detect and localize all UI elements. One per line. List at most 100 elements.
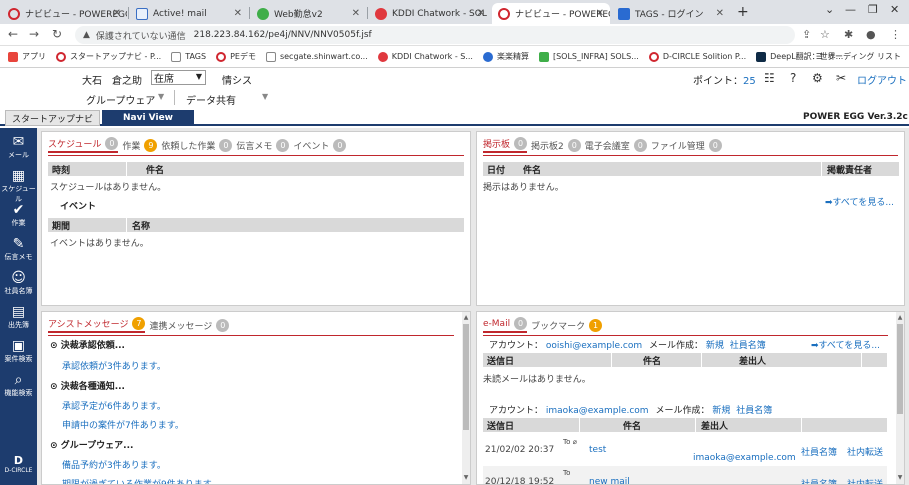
mail-subject-link[interactable]: new mail xyxy=(589,477,630,484)
tab-requested-task[interactable]: 依頼した作業 0 xyxy=(161,138,233,152)
tab-file-management[interactable]: ファイル管理 0 xyxy=(651,138,722,152)
bookmark-item[interactable]: スタートアップナビ - P... xyxy=(56,51,161,62)
directory-link[interactable]: 社員名簿 xyxy=(801,445,837,458)
browser-tab[interactable]: Active! mail ✕ xyxy=(130,3,248,24)
group-groupware[interactable]: ⊙ グループウェア... xyxy=(50,438,133,451)
mail-scrollbar[interactable]: ▲ ▼ xyxy=(896,312,904,484)
bookmark-item[interactable]: [SOLS_INFRA] SOLS... xyxy=(538,51,639,62)
scroll-up-icon[interactable]: ▲ xyxy=(462,314,470,321)
tab-board2[interactable]: 掲示板2 0 xyxy=(531,138,581,152)
chevron-down-icon[interactable]: ▼ xyxy=(262,92,268,101)
sidebar-item-task[interactable]: ✔ 作業 xyxy=(0,202,37,228)
menu-data-share[interactable]: データ共有 xyxy=(186,92,236,107)
browser-tab-active[interactable]: ナビビュー - POWEREGG ✕ xyxy=(492,3,610,24)
close-tab-icon[interactable]: ✕ xyxy=(234,8,242,19)
bookmark-item[interactable]: 楽楽精算 xyxy=(482,51,529,62)
assist-item[interactable]: 期限が過ぎている作業が9件あります。 xyxy=(62,477,220,484)
tab-memo[interactable]: 伝言メモ 0 xyxy=(236,138,290,152)
group-approval-notice[interactable]: ⊙ 決裁各種通知... xyxy=(50,379,125,392)
tab-startup-navi[interactable]: スタートアップナビ xyxy=(5,110,100,126)
gear-icon[interactable]: ⚙ xyxy=(812,71,823,85)
account-address[interactable]: ooishi@example.com xyxy=(546,341,642,351)
bookmark-apps[interactable]: アプリ xyxy=(8,51,46,62)
mail-sender-link[interactable]: imaoka@example.com xyxy=(693,453,796,463)
sidebar-item-case-search[interactable]: ▣ 案件検索 xyxy=(0,338,37,364)
group-approval-request[interactable]: ⊙ 決裁承認依頼... xyxy=(50,338,125,351)
assist-item[interactable]: 承認予定が6件あります。 xyxy=(62,399,166,412)
tab-bookmark[interactable]: ブックマーク 1 xyxy=(531,318,603,332)
sidebar-item-memo[interactable]: ✎ 伝言メモ xyxy=(0,236,37,262)
scroll-thumb[interactable] xyxy=(897,324,903,414)
tab-board[interactable]: 掲示板 0 xyxy=(483,137,528,153)
sidebar-item-schedule[interactable]: ▦ スケジュール xyxy=(0,168,37,204)
scroll-thumb[interactable] xyxy=(463,324,469,430)
assist-item[interactable]: 申請中の案件が7件あります。 xyxy=(62,418,184,431)
minimize-icon[interactable]: — xyxy=(845,3,856,16)
sidebar-item-mail[interactable]: ✉ メール xyxy=(0,134,37,160)
directory-link[interactable]: 社員名簿 xyxy=(736,406,772,416)
internal-forward-link[interactable]: 社内転送 xyxy=(847,477,883,484)
browser-tab[interactable]: Web勤怠v2 ✕ xyxy=(251,3,366,24)
sidebar-item-whereabouts[interactable]: ▤ 出先簿 xyxy=(0,304,37,330)
bookmark-item[interactable]: TAGS xyxy=(171,51,206,62)
tab-task[interactable]: 作業 9 xyxy=(122,138,158,152)
chevron-down-icon[interactable]: ⌄ xyxy=(825,3,834,16)
tab-event[interactable]: イベント 0 xyxy=(293,138,347,152)
scroll-up-icon[interactable]: ▲ xyxy=(896,314,904,321)
bookmark-item[interactable]: KDDI Chatwork - S... xyxy=(377,51,473,62)
table-row[interactable]: 20/12/18 19:52 To new mail 社員名簿 社内転送 xyxy=(483,466,887,484)
browser-tab[interactable]: KDDI Chatwork - SOL ✕ xyxy=(369,3,491,24)
bookmark-item[interactable]: D-CIRCLE Solition P... xyxy=(648,51,746,62)
tab-meeting-room[interactable]: 電子会議室 0 xyxy=(585,138,647,152)
assist-item[interactable]: 承認依頼が3件あります。 xyxy=(62,359,166,372)
assist-item[interactable]: 備品予約が3件あります。 xyxy=(62,458,166,471)
see-all-link[interactable]: ➡すべてを見る... xyxy=(811,338,880,351)
back-arrow-icon[interactable]: ← xyxy=(8,27,18,41)
chevron-down-icon[interactable]: ▼ xyxy=(158,92,164,101)
mail-subject-link[interactable]: test xyxy=(589,445,606,455)
restore-icon[interactable]: ❐ xyxy=(868,3,878,16)
close-window-icon[interactable]: ✕ xyxy=(890,3,899,16)
reload-icon[interactable]: ↻ xyxy=(52,27,62,41)
help-icon[interactable]: ? xyxy=(790,71,796,85)
forward-arrow-icon[interactable]: → xyxy=(29,27,39,41)
tab-email[interactable]: e-Mail 0 xyxy=(483,317,528,333)
browser-tab[interactable]: TAGS - ログイン ✕ xyxy=(612,3,730,24)
share-icon[interactable]: ⇪ xyxy=(802,28,811,41)
scroll-down-icon[interactable]: ▼ xyxy=(462,474,470,481)
status-select[interactable]: 在席 ▼ xyxy=(151,70,206,85)
assist-scrollbar[interactable]: ▲ ▼ xyxy=(462,312,470,484)
account-address[interactable]: imaoka@example.com xyxy=(546,406,649,416)
profile-icon[interactable]: ● xyxy=(866,28,876,41)
user-list-icon[interactable]: ☷ xyxy=(764,71,775,85)
internal-forward-link[interactable]: 社内転送 xyxy=(847,445,883,458)
new-tab-button[interactable]: + xyxy=(737,4,749,20)
bookmark-item[interactable]: PEデモ xyxy=(216,51,256,62)
close-tab-icon[interactable]: ✕ xyxy=(716,8,724,19)
tab-assist-message[interactable]: アシストメッセージ 7 xyxy=(48,317,146,333)
menu-groupware[interactable]: グループウェア xyxy=(86,92,155,107)
new-mail-link[interactable]: 新規 xyxy=(706,341,724,351)
puzzle-icon[interactable]: ✱ xyxy=(844,28,853,41)
tab-schedule[interactable]: スケジュール 0 xyxy=(48,137,119,153)
close-tab-icon[interactable]: ✕ xyxy=(352,8,360,19)
directory-link[interactable]: 社員名簿 xyxy=(730,341,766,351)
tools-icon[interactable]: ✂ xyxy=(836,71,846,85)
scroll-down-icon[interactable]: ▼ xyxy=(896,474,904,481)
sidebar-item-directory[interactable]: ☺ 社員名簿 xyxy=(0,270,37,296)
url-input[interactable]: ▲ 保護されていない通信 218.223.84.162/pe4j/NNV/NNV… xyxy=(75,26,795,44)
reading-list-button[interactable]: ☰ リーディング リスト xyxy=(816,51,901,62)
logout-link[interactable]: ログアウト xyxy=(857,72,907,87)
new-mail-link[interactable]: 新規 xyxy=(712,406,730,416)
directory-link[interactable]: 社員名簿 xyxy=(801,477,837,484)
tab-navi-view[interactable]: Navi View xyxy=(102,110,194,126)
browser-tab[interactable]: ナビビュー - POWEREGG ✕ xyxy=(2,3,127,24)
tab-linked-message[interactable]: 連携メッセージ 0 xyxy=(149,318,230,332)
kebab-menu-icon[interactable]: ⋮ xyxy=(890,28,901,41)
see-all-link[interactable]: ➡すべてを見る... xyxy=(825,195,894,208)
sidebar-item-function-search[interactable]: ⌕ 機能検索 xyxy=(0,372,37,398)
bookmark-item[interactable]: secgate.shinwart.co... xyxy=(265,51,368,62)
close-tab-icon[interactable]: ✕ xyxy=(596,8,604,19)
close-tab-icon[interactable]: ✕ xyxy=(477,8,485,19)
close-tab-icon[interactable]: ✕ xyxy=(113,8,121,19)
